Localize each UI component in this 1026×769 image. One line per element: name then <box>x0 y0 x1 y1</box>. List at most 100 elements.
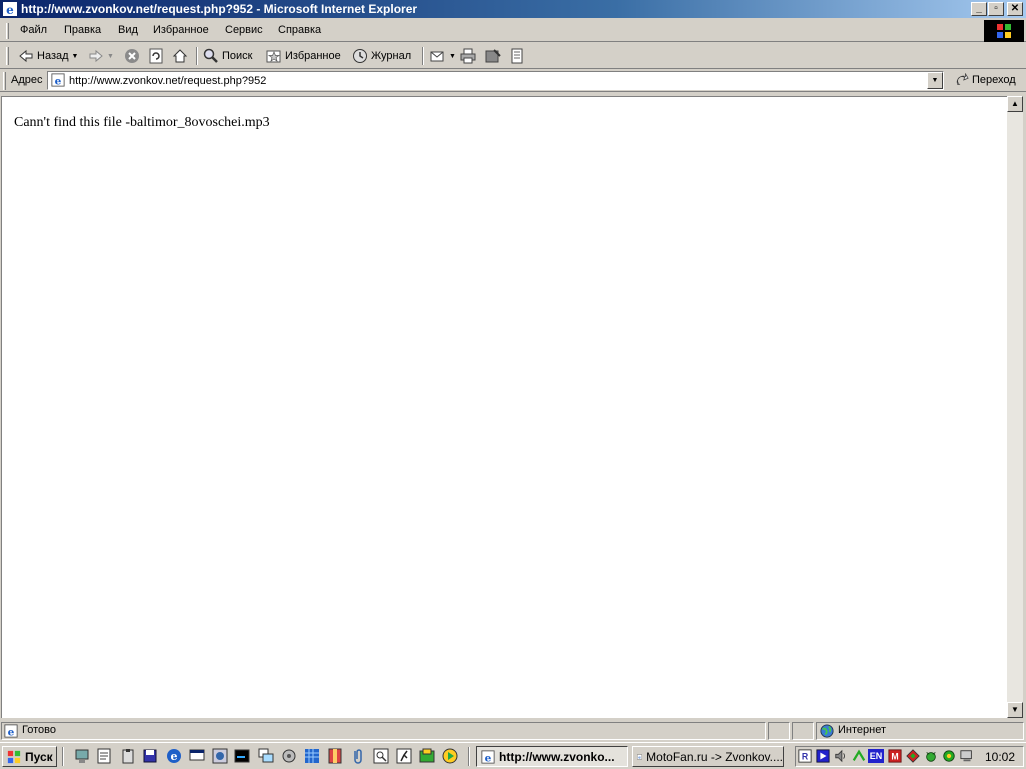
tray-app-icon[interactable]: R <box>798 749 812 763</box>
tools-icon[interactable] <box>281 748 297 764</box>
vertical-scrollbar[interactable]: ▲ ▼ <box>1007 96 1023 718</box>
flag-icon[interactable] <box>419 748 435 764</box>
diamond-icon[interactable] <box>906 749 920 763</box>
language-indicator[interactable]: EN <box>868 749 884 763</box>
bug-icon[interactable] <box>924 749 938 763</box>
globe-icon <box>820 724 834 738</box>
clock[interactable]: 10:02 <box>985 750 1015 764</box>
chevron-down-icon[interactable]: ▼ <box>107 53 114 60</box>
archive-icon[interactable] <box>327 748 343 764</box>
svg-text:e: e <box>6 3 14 17</box>
forward-button[interactable]: ▼ <box>88 46 114 66</box>
monitor-icon[interactable] <box>960 749 974 763</box>
arrow-up-icon: ▲ <box>1011 99 1019 108</box>
ie-page-icon: e <box>637 754 643 759</box>
ie-page-icon: e <box>481 749 495 764</box>
menu-help[interactable]: Справка <box>278 24 321 36</box>
notepad-icon[interactable] <box>96 748 112 764</box>
favorites-button[interactable]: Избранное <box>266 46 341 66</box>
grid-icon[interactable] <box>304 748 320 764</box>
menu-bar: Файл Правка Вид Избранное Сервис Справка <box>0 20 1026 42</box>
task-button-ie-zvonkov[interactable]: e http://www.zvonko... <box>476 746 628 767</box>
player-icon[interactable] <box>442 748 458 764</box>
menu-view[interactable]: Вид <box>118 24 138 36</box>
svg-text:e: e <box>171 750 178 763</box>
favorites-label: Избранное <box>285 50 341 62</box>
clipboard-icon[interactable] <box>120 748 136 764</box>
windows-icon[interactable] <box>258 748 274 764</box>
svg-text:M: M <box>891 752 898 762</box>
start-button[interactable]: Пуск <box>2 746 57 767</box>
edit-button[interactable] <box>485 46 501 66</box>
menu-file[interactable]: Файл <box>20 24 47 36</box>
connection-icon[interactable] <box>852 749 866 763</box>
search-button[interactable]: Поиск <box>203 46 252 66</box>
toolbar-grip[interactable] <box>6 47 9 65</box>
window-title: http://www.zvonkov.net/request.php?952 -… <box>21 2 418 16</box>
mail-icon <box>430 51 444 62</box>
mail-button[interactable]: ▼ <box>430 46 456 66</box>
toolbar-separator <box>196 47 198 65</box>
stop-button[interactable] <box>124 46 140 66</box>
back-arrow-icon <box>19 49 33 63</box>
go-arrow-icon <box>956 73 969 85</box>
terminal-icon[interactable] <box>234 748 250 764</box>
go-label: Переход <box>972 74 1016 86</box>
task-button-motofan[interactable]: e MotoFan.ru -> Zvonkov.... <box>632 746 784 767</box>
discuss-button[interactable] <box>509 46 525 66</box>
chevron-down-icon[interactable]: ▼ <box>72 53 79 60</box>
ie-launch-icon[interactable]: e <box>166 748 182 764</box>
forward-arrow-icon <box>89 49 103 63</box>
back-button[interactable]: Назад ▼ <box>18 46 78 66</box>
media-player-icon[interactable] <box>212 748 228 764</box>
home-icon <box>172 49 188 63</box>
floppy-icon[interactable] <box>142 748 158 764</box>
desktop-icon[interactable] <box>189 748 205 764</box>
arrow-down-icon: ▼ <box>1011 705 1019 714</box>
restore-button[interactable]: ▫ <box>988 2 1004 16</box>
paperclip-icon[interactable] <box>350 748 366 764</box>
search-window-icon[interactable] <box>373 748 389 764</box>
minimize-button[interactable]: _ <box>971 2 987 16</box>
address-field[interactable]: e ▼ <box>47 71 944 90</box>
search-icon <box>203 48 218 63</box>
title-bar[interactable]: e http://www.zvonkov.net/request.php?952… <box>0 0 1026 18</box>
taskbar-separator <box>468 747 470 766</box>
address-dropdown-button[interactable]: ▼ <box>927 72 943 89</box>
system-tray: R EN M 10:02 <box>795 746 1024 767</box>
start-label: Пуск <box>25 749 53 764</box>
print-button[interactable] <box>460 46 476 66</box>
toolbar-grip[interactable] <box>3 72 6 90</box>
toolbar-grip[interactable] <box>6 23 9 39</box>
status-pane-progress <box>768 722 790 740</box>
chevron-down-icon[interactable]: ▼ <box>449 53 456 60</box>
menu-tools[interactable]: Сервис <box>225 24 263 36</box>
stop-icon <box>125 49 139 63</box>
page-status-icon: e <box>4 724 18 738</box>
volume-icon[interactable] <box>834 749 848 763</box>
favorites-star-icon <box>266 50 281 63</box>
go-button[interactable]: Переход <box>955 73 1016 87</box>
ie-icon: e <box>3 2 17 17</box>
gear-icon[interactable] <box>942 749 956 763</box>
close-button[interactable]: ✕ <box>1007 2 1023 16</box>
network-icon[interactable] <box>74 748 90 764</box>
mail-tray-icon[interactable]: M <box>888 749 902 763</box>
address-input[interactable] <box>69 73 924 88</box>
error-message: Cann't find this file -baltimor_8ovosche… <box>14 115 270 130</box>
history-label: Журнал <box>371 50 412 62</box>
page-content[interactable]: Cann't find this file -baltimor_8ovosche… <box>1 96 1007 718</box>
media-play-icon[interactable] <box>816 749 830 763</box>
menu-favorites[interactable]: Избранное <box>153 24 209 36</box>
back-label: Назад <box>37 50 69 62</box>
history-button[interactable]: Журнал <box>352 46 411 66</box>
scroll-down-button[interactable]: ▼ <box>1007 702 1023 718</box>
scroll-up-button[interactable]: ▲ <box>1007 96 1023 112</box>
refresh-button[interactable] <box>148 46 164 66</box>
home-button[interactable] <box>172 46 188 66</box>
menu-edit[interactable]: Правка <box>64 24 101 36</box>
run-icon[interactable] <box>396 748 412 764</box>
windows-logo-icon <box>984 20 1024 42</box>
security-zone-text: Интернет <box>838 724 886 736</box>
standard-toolbar: Назад ▼ ▼ Поиск Избранное Журнал ▼ <box>0 43 1026 69</box>
